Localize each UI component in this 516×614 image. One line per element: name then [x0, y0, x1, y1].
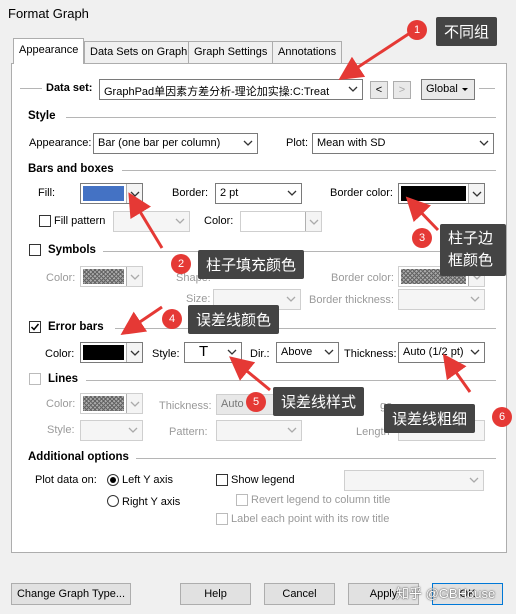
annotation-callout-3: 柱子边框颜色 — [440, 224, 506, 276]
annotation-callout-4: 误差线颜色 — [188, 305, 280, 334]
arrow-5 — [229, 356, 271, 392]
annotation-badge-5: 5 — [246, 392, 266, 412]
annotation-badge-6: 6 — [492, 407, 512, 427]
annotation-badge-2: 2 — [171, 254, 191, 274]
annotation-callout-6: 误差线粗细 — [384, 404, 476, 433]
arrow-6 — [442, 353, 472, 393]
annotation-badge-1: 1 — [407, 20, 427, 40]
annotation-badge-4: 4 — [162, 309, 182, 329]
annotation-callout-1: 不同组 — [436, 17, 498, 46]
arrow-2 — [128, 192, 164, 249]
arrow-4 — [120, 305, 163, 336]
arrow-3 — [405, 196, 440, 232]
annotation-callout-5: 误差线样式 — [273, 387, 365, 416]
annotation-callout-2: 柱子填充颜色 — [198, 250, 305, 279]
tab-appearance[interactable]: Appearance — [13, 38, 85, 64]
arrow-1 — [338, 31, 411, 80]
annotation-badge-3: 3 — [412, 228, 432, 248]
